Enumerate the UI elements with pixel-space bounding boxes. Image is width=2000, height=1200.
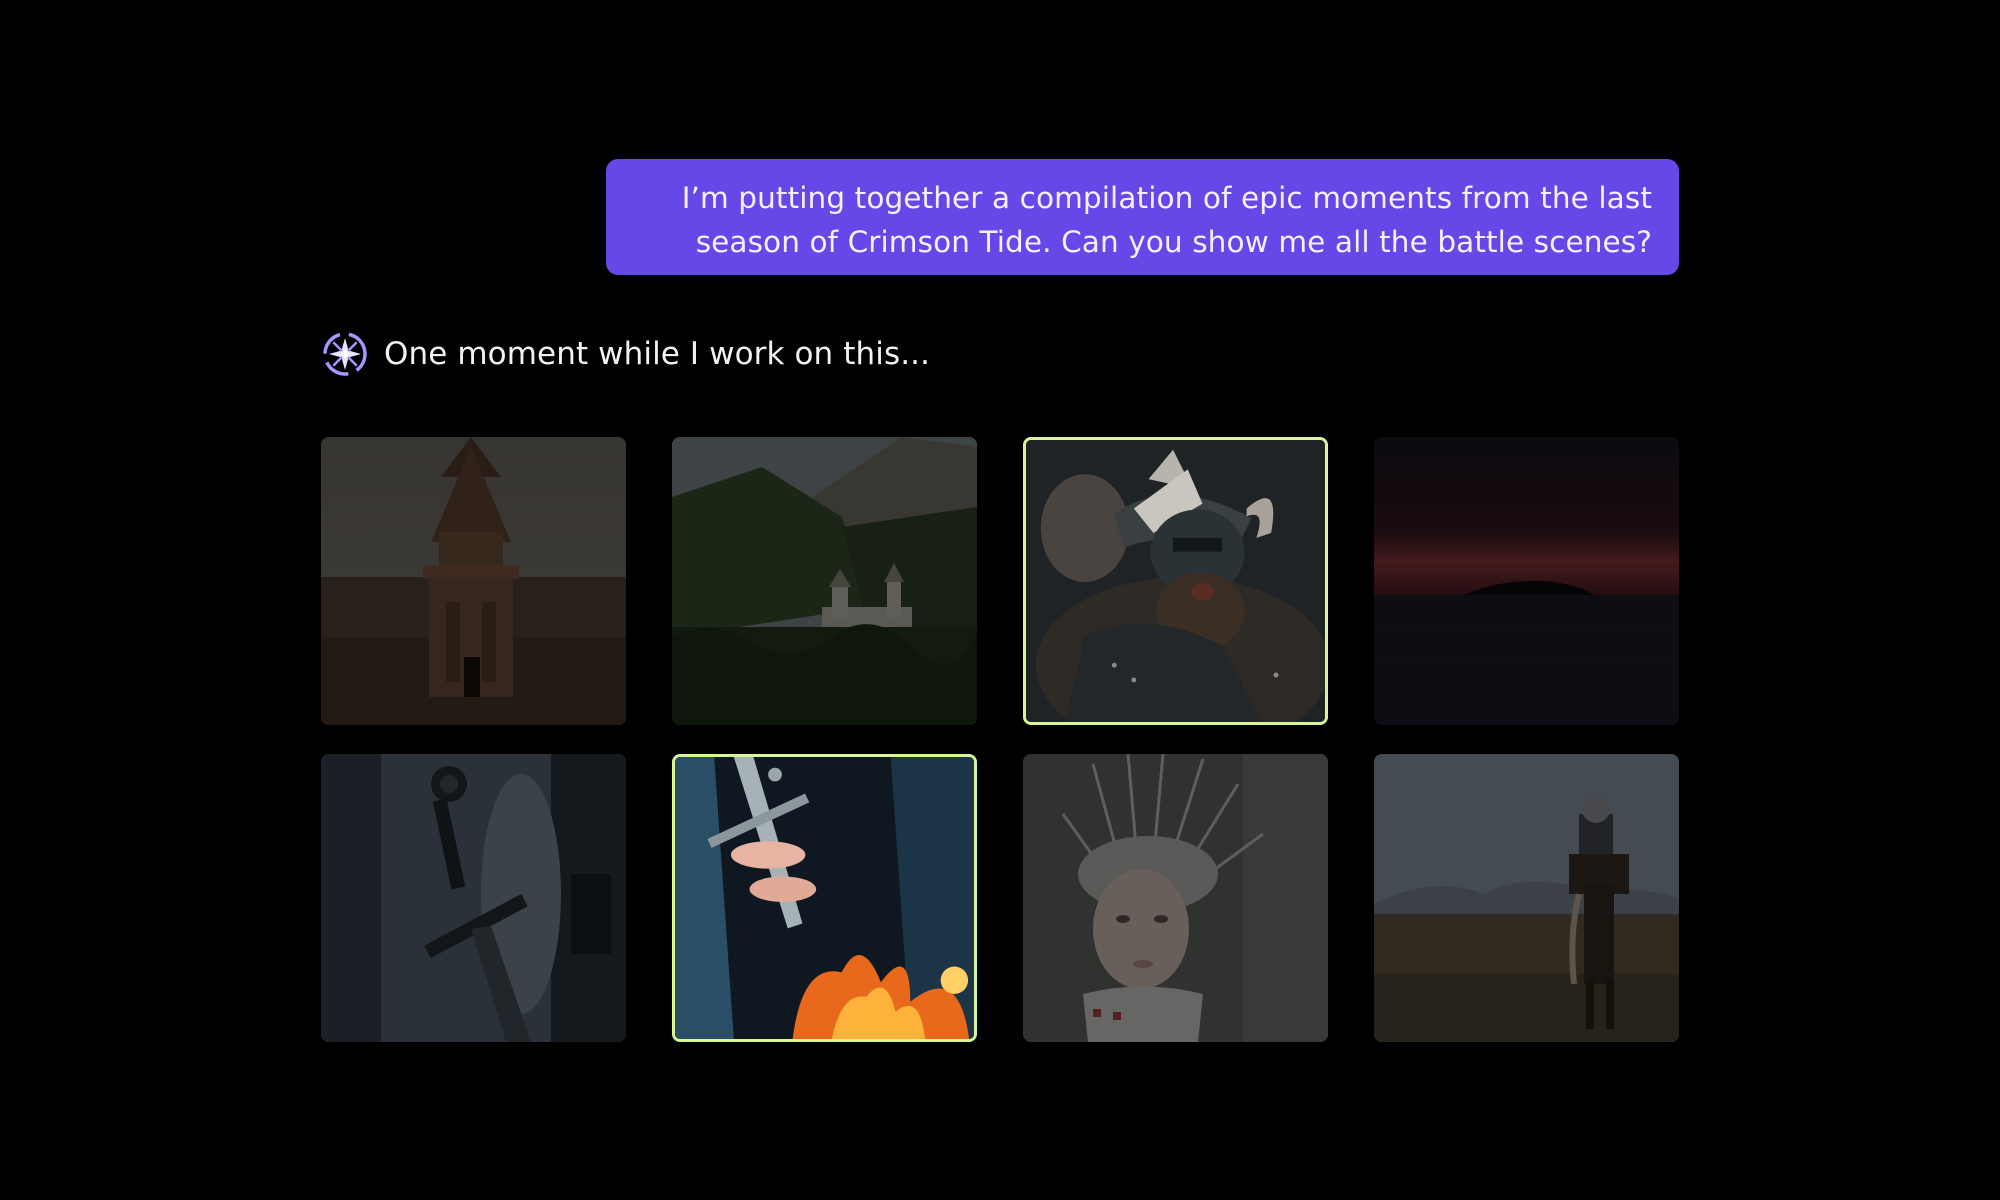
gallery-image-chapel-ruin[interactable] [321,437,626,725]
sparkle-badge-icon [323,332,367,376]
sword-snow-image [321,754,626,1042]
gallery-image-mountain-castle[interactable] [672,437,977,725]
red-horizon-image [1374,437,1679,725]
mountain-castle-image [672,437,977,725]
gallery-image-red-horizon[interactable] [1374,437,1679,725]
image-gallery [321,437,1679,1042]
user-message-line-2: season of Crimson Tide. Can you show me … [695,225,1652,259]
sword-fire-image [675,757,974,1039]
knight-horse-image [1374,754,1679,1042]
horned-warrior-image [1026,440,1325,722]
gallery-image-crowned-queen[interactable] [1023,754,1328,1042]
gallery-image-knight-horse[interactable] [1374,754,1679,1042]
user-message-bubble: I’m putting together a compilation of ep… [606,159,1679,275]
user-message-line-1: I’m putting together a compilation of ep… [681,181,1652,215]
gallery-image-sword-fire[interactable] [672,754,977,1042]
chapel-ruin-image [321,437,626,725]
assistant-status: One moment while I work on this... [320,328,930,380]
assistant-status-text: One moment while I work on this... [384,336,931,372]
gallery-image-sword-snow[interactable] [321,754,626,1042]
crowned-queen-image [1023,754,1328,1042]
gallery-image-horned-warrior[interactable] [1023,437,1328,725]
